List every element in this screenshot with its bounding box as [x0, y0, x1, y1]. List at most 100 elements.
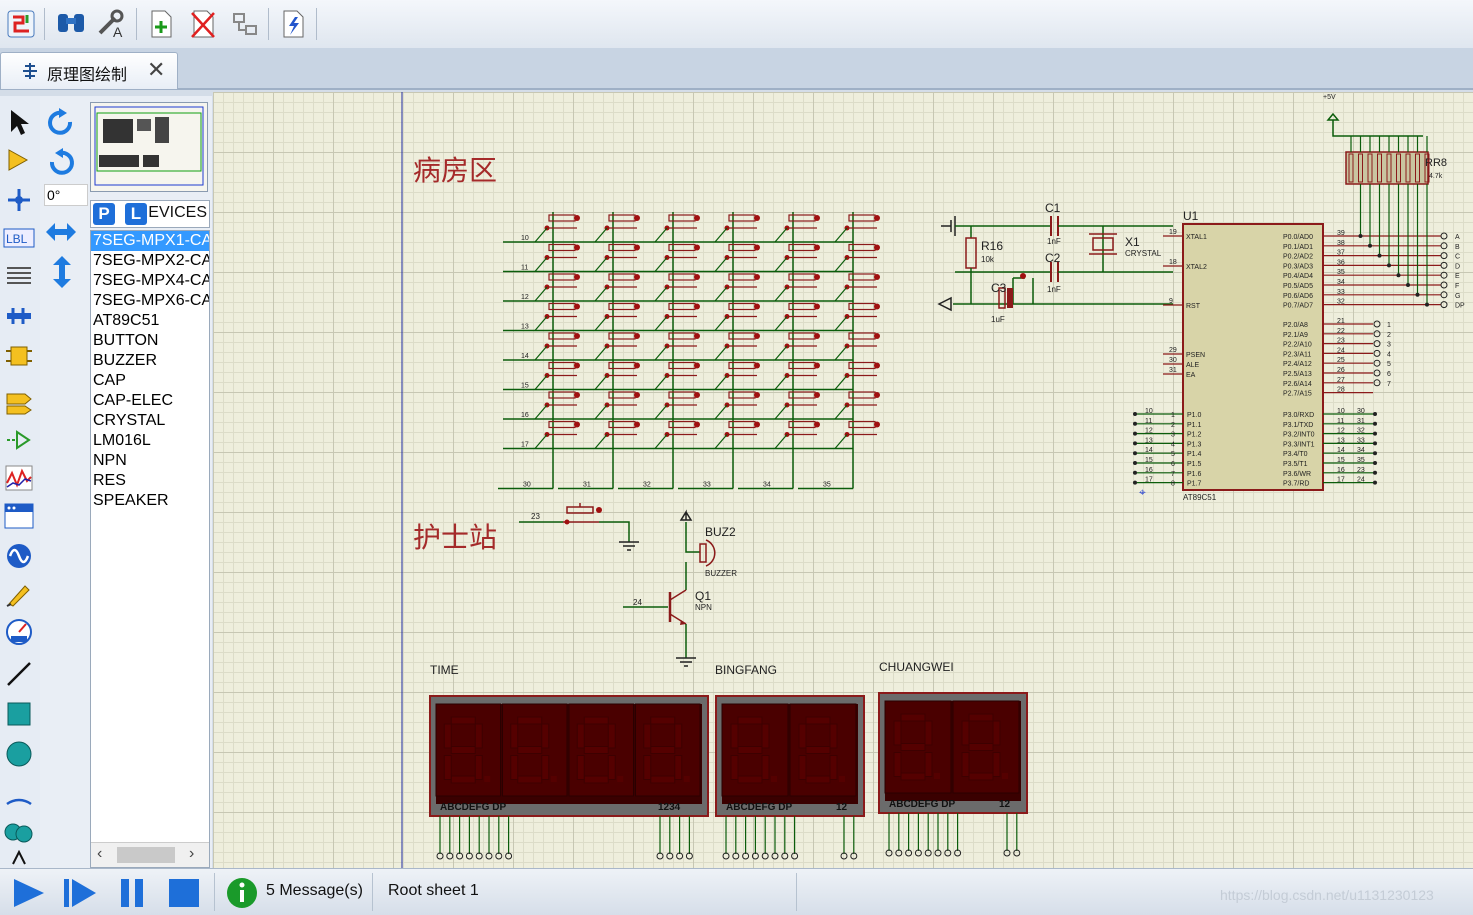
new-sheet-icon[interactable]: [144, 6, 178, 42]
junction-dot-icon[interactable]: [2, 184, 36, 216]
device-list-item[interactable]: RES: [91, 471, 209, 491]
device-list-item[interactable]: CAP-ELEC: [91, 391, 209, 411]
property-tool-icon[interactable]: A: [94, 6, 128, 42]
seven-segment: [517, 746, 543, 754]
delete-sheet-icon[interactable]: [186, 6, 220, 42]
stop-button[interactable]: [168, 877, 200, 914]
tape-recorder-icon[interactable]: [2, 500, 36, 532]
device-list-item[interactable]: 7SEG-MPX4-CA: [91, 271, 209, 291]
rr8-value: 4.7k: [1429, 173, 1443, 180]
device-list-item[interactable]: NPN: [91, 451, 209, 471]
device-list-item[interactable]: BUTTON: [91, 331, 209, 351]
mirror-horizontal-icon[interactable]: [44, 220, 78, 249]
mcu-pin-end: [1133, 451, 1137, 456]
mcu-pin-name: XTAL1: [1186, 234, 1207, 241]
mcu-pin-number: 18: [1169, 259, 1177, 266]
terminals-icon[interactable]: [2, 386, 36, 418]
subcircuit-icon[interactable]: [2, 340, 36, 372]
schematic-canvas[interactable]: 病房区 护士站 10 11 12 13 14 15 16 17 30 31 32 33 34 35 23 …: [213, 92, 1473, 868]
component-mode-icon[interactable]: [2, 144, 36, 176]
line-tool-icon[interactable]: [2, 658, 36, 690]
keypad-row-pin: 15: [521, 383, 529, 390]
electrical-rule-check-icon[interactable]: [276, 6, 310, 42]
rotate-cw-icon[interactable]: [46, 108, 76, 143]
scroll-left-icon[interactable]: ‹: [97, 845, 102, 863]
mirror-vertical-icon[interactable]: [50, 254, 74, 295]
scrollbar-thumb[interactable]: [117, 847, 175, 863]
scroll-right-icon[interactable]: ›: [189, 845, 194, 863]
circle-tool-icon[interactable]: [2, 738, 36, 770]
message-count[interactable]: 5 Message(s): [266, 882, 363, 900]
mcu-net-label: 24: [1357, 477, 1365, 484]
keypad-button: [714, 302, 760, 331]
display-segment-labels: ABCDEFG DP: [726, 802, 792, 813]
crystal-value: CRYSTAL: [1125, 249, 1162, 258]
buzzer-value: BUZZER: [705, 569, 737, 578]
hierarchy-icon[interactable]: [228, 6, 262, 42]
library-manager-button[interactable]: L: [125, 203, 147, 225]
transistor-value: NPN: [695, 603, 712, 612]
device-pins-icon[interactable]: [2, 424, 36, 456]
mcu-pin-terminal: [1440, 301, 1448, 309]
status-bar: 5 Message(s) Root sheet 1 https://blog.c…: [0, 868, 1473, 915]
keypad-button: [714, 391, 760, 420]
tab-schematic[interactable]: 原理图绘制 ✕: [0, 52, 178, 89]
keypad-col-pin: 34: [763, 482, 771, 489]
overview-preview[interactable]: [90, 102, 208, 192]
tab-close-icon[interactable]: ✕: [147, 57, 165, 83]
keypad-button: [774, 243, 820, 272]
info-icon[interactable]: [226, 877, 258, 914]
rotate-ccw-icon[interactable]: [46, 148, 76, 183]
device-list[interactable]: 7SEG-MPX1-CA 7SEG-MPX2-CA 7SEG-MPX4-CA 7SEG…: [90, 230, 210, 868]
c1-ref: C1: [1045, 201, 1061, 215]
device-list-item[interactable]: CRYSTAL: [91, 411, 209, 431]
keypad-button: [594, 214, 640, 243]
mcu-pin-terminal: [1440, 261, 1448, 269]
device-list-item[interactable]: 7SEG-MPX1-CA: [91, 231, 209, 251]
generator-mode-icon[interactable]: [2, 540, 36, 572]
step-button[interactable]: [62, 877, 98, 914]
schematic-capture-icon[interactable]: [4, 6, 38, 42]
probe-mode-icon[interactable]: [2, 578, 36, 610]
device-list-item[interactable]: SPEAKER: [91, 491, 209, 511]
mcu-pin-end: [1133, 461, 1137, 465]
binoculars-icon[interactable]: [54, 6, 88, 42]
seven-segment: [650, 716, 676, 725]
device-list-item[interactable]: LM016L: [91, 431, 209, 451]
mode-toolbar: LBL: [0, 96, 41, 868]
seven-segment: [541, 723, 550, 749]
path-tool-icon[interactable]: [2, 816, 36, 848]
bingfang-display-label: BINGFANG: [715, 663, 777, 677]
buses-icon[interactable]: [2, 300, 36, 332]
device-list-item[interactable]: AT89C51: [91, 311, 209, 331]
mcu-pin-number: 26: [1337, 367, 1345, 374]
play-button[interactable]: [10, 877, 46, 914]
pause-button[interactable]: [118, 877, 148, 914]
mcu-pin-name: P0.0/AD0: [1283, 234, 1313, 241]
keypad-button: [834, 361, 880, 390]
selection-mode-icon[interactable]: [2, 106, 36, 138]
wire-label-icon[interactable]: LBL: [2, 222, 36, 254]
text-script-icon[interactable]: [2, 260, 36, 292]
rr8-ref: RR8: [1425, 157, 1447, 169]
mcu-pin-terminal: [1440, 271, 1448, 279]
pick-devices-button[interactable]: P: [93, 203, 115, 225]
buzzer-driver: BUZ2 BUZZER 24 Q1 NPN: [623, 509, 737, 667]
seven-segment: [900, 743, 926, 751]
virtual-instruments-icon[interactable]: [2, 616, 36, 648]
device-list-item[interactable]: CAP: [91, 371, 209, 391]
device-list-item[interactable]: BUZZER: [91, 351, 209, 371]
mcu-pin-number: 14: [1337, 447, 1345, 454]
device-list-item[interactable]: 7SEG-MPX6-CA: [91, 291, 209, 311]
mcu-net-label: 11: [1145, 418, 1152, 425]
box-tool-icon[interactable]: [2, 698, 36, 730]
mcu-pin-number: 36: [1337, 259, 1345, 266]
rotation-angle-field[interactable]: 0°: [44, 184, 88, 206]
svg-text:LBL: LBL: [6, 232, 28, 246]
device-list-item[interactable]: 7SEG-MPX2-CA: [91, 251, 209, 271]
arc-tool-icon[interactable]: [2, 778, 36, 810]
text-tool-icon[interactable]: [2, 848, 36, 868]
graph-mode-icon[interactable]: [2, 462, 36, 494]
mcu-pin-name: P1.5: [1187, 461, 1202, 468]
device-list-scrollbar[interactable]: ‹ ›: [91, 842, 209, 867]
